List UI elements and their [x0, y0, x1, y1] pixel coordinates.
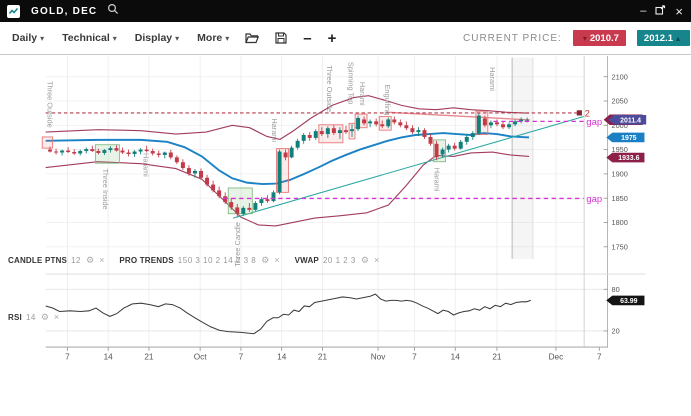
current-price-label: CURRENT PRICE:	[463, 33, 562, 44]
rsi-line	[46, 294, 531, 334]
axes: 2100205020001950190018501800175080207142…	[46, 56, 646, 362]
rsi-panel: 63.99	[46, 294, 645, 334]
pattern-labels: Three OutsideThree InsideHaramiThree Can…	[45, 62, 497, 267]
chart-canvas[interactable]: 2gapgapThree OutsideThree InsideHaramiTh…	[0, 55, 691, 416]
save-icon[interactable]	[275, 32, 287, 44]
price-panel-legend: CANDLE PTNS 12 ⚙ × PRO TRENDS 150 3 10 2 14 2…	[8, 256, 394, 265]
settings-gear-icon[interactable]: ⚙	[361, 256, 369, 265]
app-logo-icon	[7, 5, 20, 18]
x-axis-label: Nov	[371, 353, 387, 362]
price-axis-label: 1800	[611, 218, 627, 227]
indicator-name: PRO TRENDS	[119, 256, 173, 265]
x-axis-label: 14	[104, 353, 114, 362]
pattern-name-label: Harami	[432, 168, 441, 192]
rsi-panel-legend: RSI 14 ⚙ ×	[8, 313, 74, 322]
remove-indicator-icon[interactable]: ×	[99, 256, 104, 265]
zoom-out-button[interactable]: –	[303, 31, 311, 46]
pattern-name-label: Spinning Top	[347, 62, 356, 104]
chevron-down-icon: ▾	[225, 34, 229, 43]
up-arrow-icon: ▴	[676, 34, 680, 43]
pattern-box	[228, 188, 252, 214]
minimize-button[interactable]: –	[640, 6, 646, 17]
x-axis-label: 7	[239, 353, 244, 362]
popout-icon[interactable]	[655, 5, 666, 18]
ask-price-badge: 2012.1 ▴	[637, 30, 690, 46]
svg-text:63.99: 63.99	[620, 298, 638, 305]
pattern-name-label: Harami	[488, 67, 497, 91]
pattern-name-label: Three Outside	[325, 65, 334, 112]
pattern-box	[95, 145, 119, 163]
indicator-name: RSI	[8, 313, 22, 322]
chart-area[interactable]: 2gapgapThree OutsideThree InsideHaramiTh…	[0, 55, 691, 416]
pattern-name-label: Three Inside	[101, 169, 110, 210]
settings-gear-icon[interactable]: ⚙	[41, 313, 49, 322]
indicator-name: CANDLE PTNS	[8, 256, 67, 265]
indicator-legend-item: RSI 14 ⚙ ×	[8, 313, 59, 322]
svg-text:1933.6: 1933.6	[618, 155, 639, 162]
price-axis-label: 1750	[611, 242, 627, 251]
indicator-params: 20 1 2 3	[323, 256, 356, 265]
menu-display[interactable]: Display▾	[135, 32, 179, 44]
pattern-name-label: Harami	[358, 82, 367, 106]
highlight-band	[512, 58, 533, 259]
gap-label: gap	[586, 117, 602, 128]
menu-more[interactable]: More▾	[197, 32, 229, 44]
settings-gear-icon[interactable]: ⚙	[86, 256, 94, 265]
indicator-params: 150 3 10 2 14 2 3 8	[178, 256, 256, 265]
overlay-lines	[46, 96, 584, 226]
down-arrow-icon: ▾	[583, 34, 587, 43]
close-button[interactable]: ×	[675, 5, 683, 18]
settings-gear-icon[interactable]: ⚙	[261, 256, 269, 265]
remove-indicator-icon[interactable]: ×	[274, 256, 279, 265]
chevron-down-icon: ▾	[40, 34, 44, 43]
indicator-legend-item: PRO TRENDS 150 3 10 2 14 2 3 8 ⚙ ×	[119, 256, 279, 265]
indicator-params: 14	[26, 313, 36, 322]
zoom-in-button[interactable]: +	[328, 31, 337, 46]
price-axis-label: 2050	[611, 97, 627, 106]
open-folder-icon[interactable]	[245, 32, 259, 44]
line-handle	[577, 110, 582, 115]
x-axis-label: 7	[597, 353, 602, 362]
price-axis-label: 1850	[611, 194, 627, 203]
bollinger-upper-line	[46, 96, 529, 140]
pattern-name-label: Three Outside	[45, 81, 54, 128]
title-bar: GOLD, DEC – ×	[0, 0, 691, 22]
indicator-legend-item: VWAP 20 1 2 3 ⚙ ×	[295, 256, 380, 265]
rsi-axis-label: 20	[611, 327, 619, 336]
x-axis-label: 21	[492, 353, 502, 362]
remove-indicator-icon[interactable]: ×	[54, 313, 59, 322]
x-axis-label: Dec	[549, 353, 564, 362]
search-icon[interactable]	[107, 2, 119, 20]
x-axis-label: Oct	[194, 353, 208, 362]
axis-badges: 2011.4 1975 1933.6	[604, 115, 647, 163]
indicator-name: VWAP	[295, 256, 319, 265]
toolbar: Daily▾ Technical▾ Display▾ More▾ – + CUR…	[0, 22, 691, 55]
price-axis-label: 1900	[611, 169, 627, 178]
pattern-name-label: Harami	[270, 118, 279, 142]
x-axis-label: 14	[277, 353, 287, 362]
svg-text:2011.4: 2011.4	[620, 117, 641, 124]
pattern-name-label: Engulfing	[383, 85, 392, 116]
bid-price-badge: ▾ 2010.7	[573, 30, 626, 46]
pattern-name-label: Harami	[142, 153, 151, 177]
menu-daily[interactable]: Daily▾	[12, 32, 44, 44]
price-axis-label: 2100	[611, 72, 627, 81]
pattern-box	[42, 137, 52, 148]
rsi-axis-label: 80	[611, 285, 619, 294]
indicator-params: 12	[71, 256, 81, 265]
remove-indicator-icon[interactable]: ×	[374, 256, 379, 265]
x-axis-label: 14	[451, 353, 461, 362]
chevron-down-icon: ▾	[113, 34, 117, 43]
x-axis-label: 7	[65, 353, 70, 362]
gap-label: gap	[586, 194, 602, 205]
indicator-legend-item: CANDLE PTNS 12 ⚙ ×	[8, 256, 104, 265]
symbol-title: GOLD, DEC	[31, 6, 97, 17]
chevron-down-icon: ▾	[175, 34, 179, 43]
svg-text:1975: 1975	[621, 135, 637, 142]
x-axis-label: 7	[412, 353, 417, 362]
x-axis-label: 21	[144, 353, 154, 362]
x-axis-label: 21	[318, 353, 328, 362]
menu-technical[interactable]: Technical▾	[62, 32, 117, 44]
